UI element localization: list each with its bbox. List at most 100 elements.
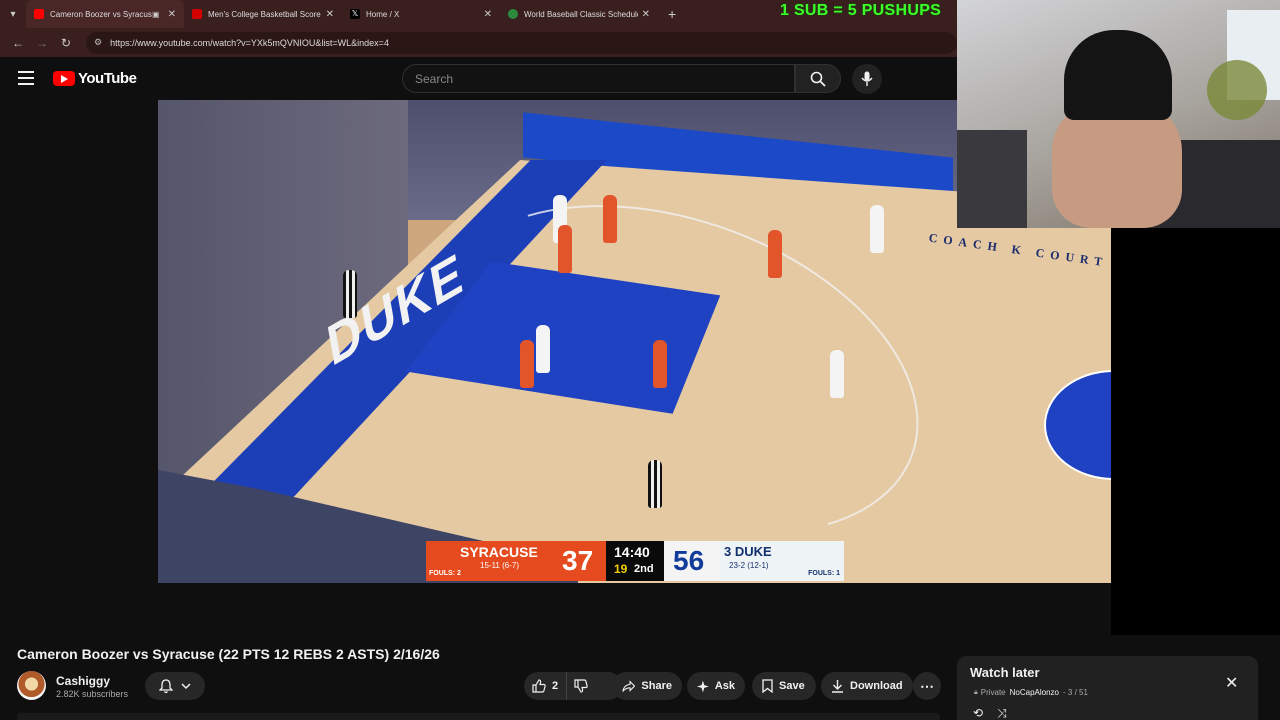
stream-overlay-banner: 1 SUB = 5 PUSHUPS [780,2,942,19]
browser-tab-2[interactable]: Men's College Basketball Score ✕ [184,0,342,28]
away-team-panel: SYRACUSE 15-11 (6-7) FOULS: 2 37 [426,541,606,581]
share-button[interactable]: Share [612,672,682,700]
playlist-title[interactable]: Watch later [970,665,1040,680]
url-field[interactable]: ⚙ https://www.youtube.com/watch?v=YXk5mQ… [86,31,957,54]
address-bar: ← → ↻ ⚙ https://www.youtube.com/watch?v=… [0,28,957,57]
webcam-overlay [957,0,1280,228]
away-team-fouls: FOULS: 2 [429,570,461,577]
url-text: https://www.youtube.com/watch?v=YXk5mQVN… [110,37,389,48]
site-info-icon[interactable]: ⚙ [94,37,102,48]
espn-favicon-icon [192,9,202,19]
player-figure [558,225,572,273]
referee-figure [648,460,662,508]
channel-name[interactable]: Cashiggy [56,674,110,688]
more-actions-button[interactable]: ⋯ [913,672,941,700]
player-figure [653,340,667,388]
game-clock-panel: 14:40 19 2nd [606,541,664,581]
tab-search-icon[interactable]: ▾ [0,0,26,28]
tab-title: Home / X [366,9,400,19]
new-tab-icon[interactable]: + [658,6,686,22]
subscription-bell-button[interactable] [145,672,205,700]
share-icon [622,679,636,692]
sparkle-icon [697,680,709,692]
download-button[interactable]: Download [821,672,913,700]
player-figure [536,325,550,373]
webcam-plant [1207,60,1267,120]
close-tab-icon[interactable]: ✕ [326,9,334,20]
home-team-fouls: FOULS: 1 [808,570,840,577]
back-arrow-icon[interactable]: ← [6,31,30,55]
chevron-down-icon [181,683,191,690]
save-label: Save [779,680,805,692]
home-team-panel: 3 DUKE 23-2 (12-1) FOULS: 1 [720,541,844,581]
search-input[interactable] [403,65,794,92]
save-button[interactable]: Save [752,672,816,700]
home-score-panel: 56 [664,541,720,581]
tab-title: Cameron Boozer vs Syracuse [50,9,153,19]
description-box-edge[interactable] [17,713,940,720]
forward-arrow-icon[interactable]: → [30,31,54,55]
reload-icon[interactable]: ↻ [54,31,78,55]
bookmark-icon [762,679,773,693]
home-team-record: 23-2 (12-1) [729,561,769,570]
webcam-beanie [1064,30,1172,120]
shuffle-icon[interactable]: ⤨ [997,706,1007,720]
player-figure [768,230,782,278]
lock-icon: 🔒︎ [974,688,978,696]
scoreboard: SYRACUSE 15-11 (6-7) FOULS: 2 37 14:40 1… [426,541,844,581]
loop-icon[interactable]: ⟲ [973,706,983,720]
download-label: Download [850,680,903,692]
playlist-privacy: Private [980,688,1006,697]
search-button[interactable] [795,64,841,93]
shot-clock: 19 [614,562,628,576]
player-figure [520,340,534,388]
playlist-owner[interactable]: NoCapAlonzo [1010,688,1059,697]
thumbs-up-icon [532,679,546,693]
playlist-panel: Watch later 🔒︎ Private NoCapAlonzo - 3 /… [957,656,1258,720]
menu-icon[interactable] [18,71,34,85]
playlist-controls: ⟲ ⤨ [973,706,1007,720]
youtube-play-icon [53,71,75,86]
media-playing-icon[interactable]: ▣ [152,10,160,19]
subscriber-count: 2.82K subscribers [56,689,129,699]
logo-text: YouTube [78,70,137,87]
avatar[interactable] [17,671,46,700]
playlist-meta: 🔒︎ Private NoCapAlonzo - 3 / 51 [974,688,1088,697]
like-button[interactable]: 2 [524,672,568,700]
like-dislike-group: 2 [524,672,622,700]
youtube-header: YouTube [0,57,957,100]
referee-figure [343,270,357,318]
more-icon: ⋯ [920,677,934,694]
playlist-position: - 3 / 51 [1063,688,1088,697]
download-icon [832,680,843,693]
home-team-score: 56 [673,545,705,576]
like-count: 2 [552,680,559,692]
thumbs-down-icon [574,679,588,693]
tab-title: World Baseball Classic Schedule [524,9,638,19]
close-tab-icon[interactable]: ✕ [642,9,650,20]
youtube-logo[interactable]: YouTube [53,70,137,87]
voice-search-button[interactable] [852,64,882,94]
player-figure [870,205,884,253]
player-figure [830,350,844,398]
microphone-icon [861,71,873,86]
browser-tab-3[interactable]: 𝕏 Home / X ✕ [342,0,500,28]
youtube-favicon-icon [34,9,44,19]
close-tab-icon[interactable]: ✕ [168,9,176,20]
webcam-chair [957,130,1027,228]
tab-title: Men's College Basketball Score [208,9,321,19]
bell-icon [159,678,173,693]
player-figure [603,195,617,243]
away-team-record: 15-11 (6-7) [480,561,519,570]
search-icon [810,71,826,87]
game-period: 2nd [634,563,654,575]
share-label: Share [641,680,672,692]
dislike-button[interactable] [567,672,601,700]
sidebar-blank [1111,228,1280,635]
close-tab-icon[interactable]: ✕ [484,9,492,20]
browser-tab-1[interactable]: Cameron Boozer vs Syracuse ▣ ✕ [26,0,184,28]
close-icon[interactable]: ✕ [1225,673,1238,693]
browser-tab-4[interactable]: World Baseball Classic Schedule ✕ [500,0,658,28]
away-team-score: 37 [562,545,594,576]
ask-button[interactable]: Ask [687,672,745,700]
